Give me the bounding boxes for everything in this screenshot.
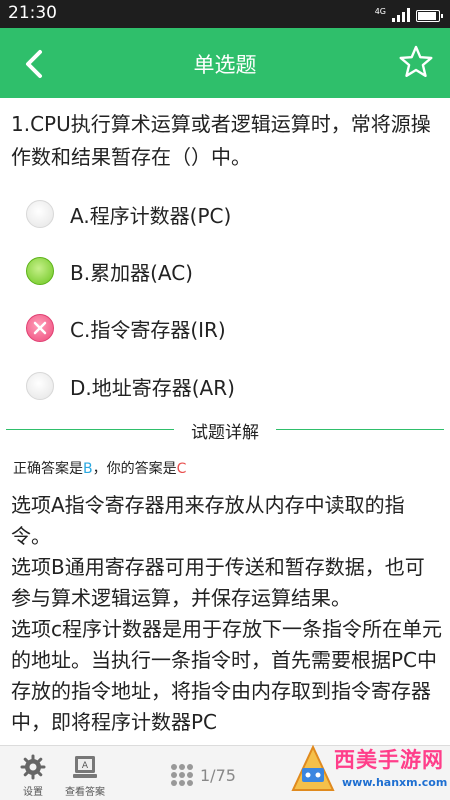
option-label: B.累加器(AC)	[70, 260, 193, 285]
radio-unselected-icon	[26, 372, 54, 400]
watermark: 西美手游网 www.hanxm.com	[290, 742, 448, 798]
divider-right	[276, 429, 444, 430]
option-d[interactable]: D.地址寄存器(AR)	[26, 366, 406, 406]
watermark-text: 西美手游网	[334, 748, 444, 772]
cross-icon	[33, 321, 47, 335]
grid-icon	[171, 764, 193, 786]
radio-unselected-icon	[26, 200, 54, 228]
answer-sheet-icon: A	[73, 756, 97, 778]
radio-wrong-icon	[26, 314, 54, 342]
question-grid-button[interactable]: 1/75	[170, 763, 236, 787]
page-number: 1/75	[200, 765, 236, 785]
explanation-paragraph: 选项A指令寄存器用来存放从内存中读取的指令。	[11, 493, 405, 548]
watermark-logo-icon	[291, 744, 335, 791]
view-answer-button[interactable]: A 查看答案	[60, 754, 110, 798]
nav-bar: 单选题	[0, 28, 450, 98]
signal-icon	[392, 8, 410, 22]
watermark-url: www.hanxm.com	[342, 776, 448, 789]
radio-correct-icon	[26, 257, 54, 285]
user-answer: C	[176, 461, 187, 477]
correct-answer-prefix: 正确答案是	[13, 461, 83, 477]
option-b[interactable]: B.累加器(AC)	[26, 251, 406, 291]
page-title: 单选题	[193, 53, 257, 77]
explanation-paragraph: 选项B通用寄存器可用于传送和暂存数据，也可参与算术逻辑运算，并保存运算结果。	[11, 555, 425, 610]
status-icons: 4G	[374, 6, 443, 22]
network-label: 4G	[374, 7, 386, 16]
star-icon	[399, 45, 433, 77]
option-label: A.程序计数器(PC)	[70, 203, 232, 228]
question-text: 1.CPU执行算术运算或者逻辑运算时，常将源操作数和结果暂存在（）中。	[11, 112, 431, 169]
status-time: 21:30	[8, 3, 57, 23]
settings-label: 设置	[23, 787, 43, 798]
user-answer-prefix: ，你的答案是	[92, 461, 177, 477]
status-bar: 21:30 4G	[0, 0, 450, 28]
explanation-paragraph: 选项c程序计数器是用于存放下一条指令所在单元的地址。当执行一条指令时，首先需要根…	[11, 617, 442, 734]
gear-icon	[20, 754, 46, 780]
battery-icon	[416, 10, 443, 22]
option-c[interactable]: C.指令寄存器(IR)	[26, 308, 406, 348]
svg-text:A: A	[82, 761, 89, 771]
option-label: C.指令寄存器(IR)	[70, 317, 226, 342]
view-answer-label: 查看答案	[65, 787, 105, 798]
option-a[interactable]: A.程序计数器(PC)	[26, 194, 406, 234]
option-label: D.地址寄存器(AR)	[70, 375, 235, 400]
settings-button[interactable]: 设置	[8, 754, 58, 798]
correct-answer: B	[83, 461, 93, 477]
explanation: 选项A指令寄存器用来存放从内存中读取的指令。 选项B通用寄存器可用于传送和暂存数…	[11, 490, 443, 740]
section-title: 试题详解	[191, 423, 259, 443]
favorite-button[interactable]	[398, 44, 434, 80]
answer-summary: 正确答案是B，你的答案是C	[13, 458, 186, 478]
